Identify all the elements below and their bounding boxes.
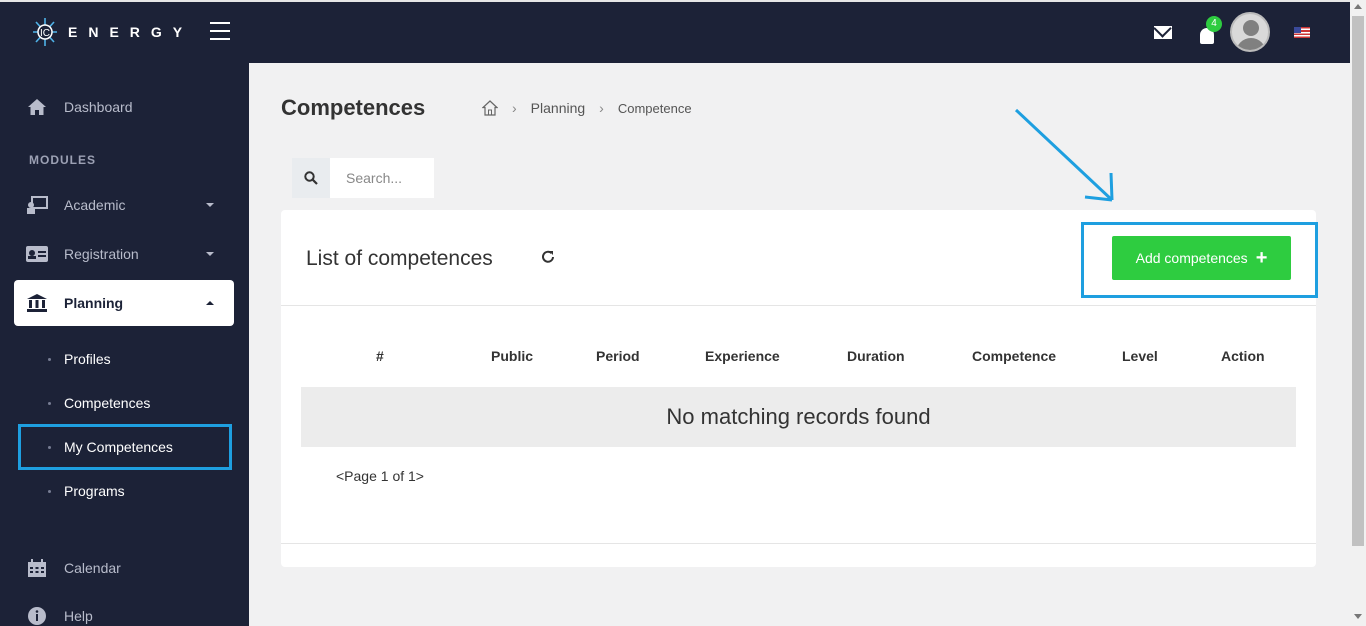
teacher-board-icon: [26, 196, 48, 214]
id-card-icon: [26, 245, 48, 263]
column-header[interactable]: Action: [1221, 348, 1265, 364]
column-header[interactable]: Experience: [705, 348, 780, 364]
sidebar-subitem-programs[interactable]: Programs: [48, 483, 125, 499]
chevron-down-icon: [206, 203, 214, 207]
mail-icon[interactable]: [1154, 25, 1172, 39]
sidebar-subitem-label: Programs: [64, 483, 125, 499]
home-icon[interactable]: [481, 100, 499, 116]
chevron-right-icon: ›: [512, 100, 517, 116]
chevron-right-icon: ›: [599, 100, 604, 116]
sidebar-item-label: Help: [64, 608, 93, 624]
sidebar-subitem-competences[interactable]: Competences: [48, 395, 150, 411]
sidebar-item-calendar[interactable]: Calendar: [14, 545, 234, 591]
info-icon: [26, 607, 48, 625]
sidebar: Dashboard MODULES Academic Registration …: [0, 63, 249, 626]
chevron-up-icon: [206, 301, 214, 305]
column-header[interactable]: Level: [1122, 348, 1158, 364]
page-scrollbar[interactable]: [1350, 0, 1366, 626]
search-button[interactable]: [292, 158, 330, 198]
breadcrumb-link-planning[interactable]: Planning: [531, 100, 586, 116]
chevron-down-icon: [206, 252, 214, 256]
sidebar-item-label: Planning: [64, 295, 124, 311]
breadcrumb: › Planning › Competence: [481, 100, 692, 116]
sidebar-subitem-label: Competences: [64, 395, 151, 411]
column-header[interactable]: Competence: [972, 348, 1056, 364]
sidebar-item-registration[interactable]: Registration: [14, 231, 234, 277]
breadcrumb-current: Competence: [617, 100, 692, 116]
annotation-highlight-add-button: [1081, 222, 1318, 298]
sidebar-item-academic[interactable]: Academic: [14, 182, 234, 228]
sidebar-item-dashboard[interactable]: Dashboard: [14, 84, 234, 130]
menu-toggle-icon[interactable]: [210, 22, 230, 46]
energy-logo-icon: IC: [33, 18, 57, 46]
sidebar-item-help[interactable]: Help: [14, 593, 234, 626]
pagination[interactable]: <Page 1 of 1>: [336, 468, 424, 484]
refresh-icon[interactable]: [539, 248, 557, 266]
sidebar-item-label: Registration: [64, 246, 139, 262]
sidebar-item-label: Calendar: [64, 560, 121, 576]
notification-badge: 4: [1206, 16, 1222, 32]
modules-section-label: MODULES: [29, 153, 96, 167]
us-flag-icon[interactable]: [1294, 26, 1310, 38]
sidebar-item-label: Academic: [64, 197, 126, 213]
column-header[interactable]: Period: [596, 348, 640, 364]
calendar-icon: [26, 559, 48, 577]
search-input[interactable]: [330, 158, 434, 198]
home-icon: [26, 98, 48, 116]
sidebar-subitem-label: Profiles: [64, 351, 111, 367]
column-header[interactable]: #: [376, 348, 384, 364]
search-box: [292, 158, 434, 198]
divider: [281, 543, 1316, 544]
card-title: List of competences: [306, 247, 493, 270]
column-header[interactable]: Duration: [847, 348, 905, 364]
page-title: Competences: [281, 95, 426, 120]
sidebar-item-label: Dashboard: [64, 99, 133, 115]
annotation-highlight-my-competences: [18, 424, 232, 470]
avatar[interactable]: [1230, 12, 1270, 52]
empty-table-message: No matching records found: [301, 387, 1296, 447]
sidebar-subitem-profiles[interactable]: Profiles: [48, 351, 111, 367]
sidebar-item-planning[interactable]: Planning: [14, 280, 234, 326]
brand-logo[interactable]: IC ENERGY: [30, 16, 193, 48]
top-bar: IC ENERGY 4: [0, 0, 1350, 63]
table-header: # Public Period Experience Duration Comp…: [301, 340, 1296, 370]
search-icon: [304, 171, 318, 185]
annotation-arrow-icon: [1014, 108, 1114, 202]
column-header[interactable]: Public: [491, 348, 533, 364]
notifications-button[interactable]: 4: [1200, 16, 1222, 44]
svg-text:IC: IC: [40, 28, 50, 39]
brand-name: ENERGY: [68, 24, 194, 40]
institution-icon: [26, 294, 48, 312]
